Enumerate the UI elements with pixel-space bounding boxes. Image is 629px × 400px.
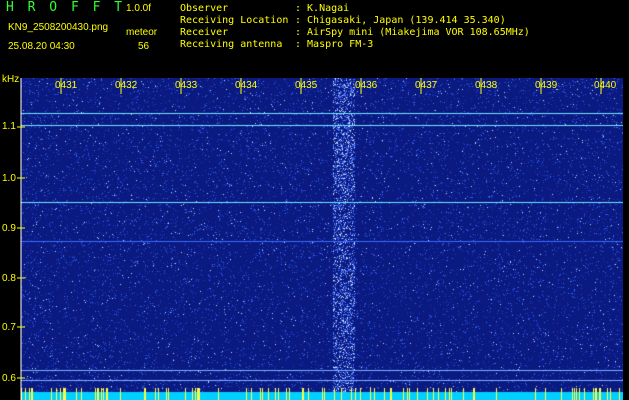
info-label-antenna: Receiving antenna [180, 39, 283, 50]
frequency-unit-label: kHz [2, 74, 20, 85]
info-value-observer: : K.Nagai [295, 3, 350, 14]
date-time: 25.08.20 04:30 [8, 41, 75, 52]
time-label-0437: 0437 [415, 80, 438, 91]
info-value-antenna: : Maspro FM-3 [295, 39, 374, 50]
spectrogram-window: H R O F F T 1.0.0f KN9_2508200430.png me… [0, 0, 629, 400]
time-label-0436: 0436 [355, 80, 378, 91]
info-value-location: : Chigasaki, Japan (139.414 35.340) [295, 15, 506, 26]
info-label-observer: Observer [180, 3, 229, 14]
app-version: 1.0.0f [126, 3, 152, 14]
freq-label-0-9: 0.9 [2, 223, 16, 234]
info-value-receiver: : AirSpy mini (Miakejima VOR 108.65MHz) [295, 27, 530, 38]
time-label-0432: 0432 [115, 80, 138, 91]
freq-label-1-1: 1.1 [2, 121, 16, 132]
meteor-count: 56 [138, 41, 150, 52]
freq-label-0-6: 0.6 [2, 373, 16, 384]
app-brand: H R O F F T [6, 0, 126, 15]
freq-label-1-0: 1.0 [2, 173, 16, 184]
freq-label-0-8: 0.8 [2, 273, 16, 284]
meteor-label: meteor [126, 27, 158, 38]
time-label-0440: 0440 [594, 80, 617, 91]
spectrogram-overlay [17, 78, 602, 400]
info-label-receiver: Receiver [180, 27, 229, 38]
freq-label-0-7: 0.7 [2, 322, 16, 333]
time-label-0431: 0431 [55, 80, 78, 91]
file-name: KN9_2508200430.png [8, 22, 109, 33]
info-label-location: Receiving Location [180, 15, 289, 26]
time-label-0439: 0439 [535, 80, 558, 91]
time-label-0438: 0438 [475, 80, 498, 91]
time-label-0433: 0433 [175, 80, 198, 91]
time-label-0435: 0435 [295, 80, 318, 91]
time-label-0434: 0434 [235, 80, 258, 91]
